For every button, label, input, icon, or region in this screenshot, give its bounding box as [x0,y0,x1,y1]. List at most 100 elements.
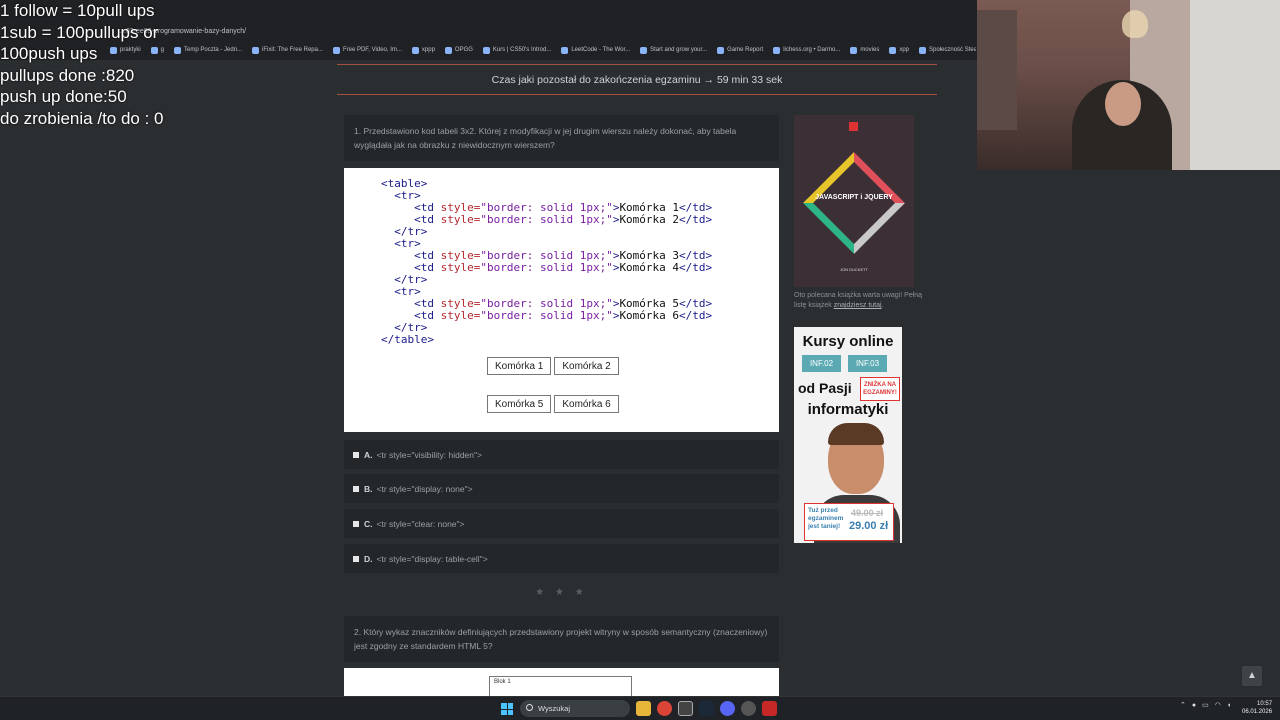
webcam-feed [977,0,1280,170]
scroll-to-top-button[interactable]: ▲ [1242,666,1262,686]
bookmark-item[interactable]: Kurs | CS50's Introd... [482,46,551,54]
bookmark-label: LeetCode - The Wor... [571,47,631,53]
question-1: 1. Przedstawiono kod tabeli 3x2. Której … [344,115,779,161]
bookmark-item[interactable]: xpp [889,46,910,54]
preview-cell: Komórka 5 [487,395,552,413]
answer-text: <tr style="clear: none"> [376,518,465,529]
volume-icon[interactable]: ◖ [1227,702,1231,709]
answer-checkbox[interactable] [353,555,359,562]
steam-icon [919,46,927,54]
taskbar-clock[interactable]: 10:57 06.01.2026 [1242,700,1272,716]
answer-checkbox[interactable] [353,451,359,458]
bookmark-label: Społeczność Steam... [929,47,976,53]
courses-ad[interactable]: Kursy online INF.02 INF.03 od Pasji ZNIŻ… [794,327,902,543]
answer-letter: A. [364,449,373,460]
windows-start-icon[interactable] [501,703,513,715]
windows-taskbar: Wyszukaj ⌃ ● ▭ ◠ ◖ 10:57 06.01.2026 [0,696,1280,720]
microphone-icon[interactable]: ● [1192,702,1196,709]
mail-icon [174,46,182,54]
discord-icon[interactable] [720,701,735,716]
code-line: </tr> [381,273,428,286]
exam-page: Czas jaki pozostał do zakończenia egzami… [0,60,977,696]
ad-old-price: 49.00 zł [851,508,884,518]
taskbar-apps [636,701,777,716]
answer-letter: B. [364,483,373,494]
book-note: Oto polecana książka warta uwagi! Pełną … [794,291,924,311]
answer-c[interactable]: C. <tr style="clear: none"> [344,509,779,538]
bookmark-item[interactable]: Temp Poczta - Jedn... [174,46,242,54]
preview-cell: Komórka 2 [554,357,619,375]
ad-tag: INF.02 [802,355,841,372]
bookmark-label: movies [860,47,880,53]
book-list-link[interactable]: znajdziesz tutaj [834,302,882,309]
steam-icon[interactable] [699,701,714,716]
exam-timer: Czas jaki pozostał do zakończenia egzami… [337,64,937,95]
answer-b[interactable]: B. <tr style="display: none"> [344,474,779,503]
bookmark-item[interactable]: lichess.org • Darmo... [773,46,841,54]
ad-new-price: 29.00 zł [849,520,889,532]
chrome-icon[interactable] [657,701,672,716]
bookmark-item[interactable]: Społeczność Steam... [919,46,976,54]
shield-icon [332,46,340,54]
ad-tag: INF.03 [848,355,887,372]
code-line: <td style="border: solid 1px;">Komórka 2… [381,213,713,226]
question-separator: ★ ★ ★ [535,587,588,598]
code-line: </tr> [381,225,428,238]
stream-overlay: 1 follow = 10pull ups 1sub = 100pullups o… [0,0,164,129]
address-bar[interactable]: ...03-ee09-programowanie-bazy-danych/ [40,24,976,40]
bookmark-item[interactable]: xppp [411,46,435,54]
bookmark-item[interactable]: iFixit: The Free Repa... [252,46,323,54]
bookmark-label: iFixit: The Free Repa... [262,47,323,53]
bookmark-label: Game Report [727,47,764,53]
ad-promo-badge: ZNIŻKA NA EGZAMINY! [860,377,900,401]
overlay-line: pullups done :820 [0,65,135,85]
ad-line-3: informatyki [807,401,889,418]
wrench-icon [252,46,260,54]
ad-tags: INF.02 INF.03 [802,355,887,372]
question-2: 2. Który wykaz znaczników definiujących … [344,616,779,662]
system-tray: ⌃ ● ▭ ◠ ◖ [1180,701,1231,710]
chevron-up-icon: ▲ [1247,670,1257,681]
shop-icon [640,46,648,54]
tray-chevron-icon[interactable]: ⌃ [1180,701,1186,709]
ad-price-box: Tuż przed egzaminem jest taniej! 49.00 z… [804,503,894,541]
code-line: <td style="border: solid 1px;">Komórka 4… [381,261,713,274]
book-diamond-graphic [803,152,905,254]
folder-icon [850,46,858,54]
bookmark-item[interactable]: movies [850,46,880,54]
ad-line-2: od Pasji [798,380,852,396]
bookmark-item[interactable]: OPGG [444,46,473,54]
answer-checkbox[interactable] [353,485,359,492]
monitor-icon[interactable]: ▭ [1202,701,1209,709]
taskbar-search[interactable]: Wyszukaj [520,700,630,717]
bookmark-label: xppp [421,47,435,53]
overlay-line: 1sub = 100pullups or [0,22,159,42]
publisher-logo-icon [849,122,858,131]
webcam-window [977,10,1017,130]
book-title: JAVASCRIPT i JQUERY [815,194,893,201]
preview-row-1: Komórka 1 Komórka 2 [487,357,619,375]
book-cover[interactable]: JAVASCRIPT i JQUERY JON DUCKETT [794,115,914,287]
bookmark-item[interactable]: Game Report [717,46,764,54]
wifi-icon[interactable]: ◠ [1215,701,1221,709]
app-icon[interactable] [741,701,756,716]
bookmark-item[interactable]: LeetCode - The Wor... [561,46,631,54]
answer-letter: D. [364,553,373,564]
chess-icon [773,46,781,54]
game-launcher-icon[interactable] [762,701,777,716]
clock-date: 06.01.2026 [1242,709,1273,715]
ad-price-text: Tuż przed egzaminem jest taniej! [808,507,844,530]
ad-person-hair [828,423,884,445]
bookmark-item[interactable]: Free PDF, Video, Im... [332,46,402,54]
bookmark-label: lichess.org • Darmo... [783,47,841,53]
bookmark-label: xpp [899,47,910,53]
file-explorer-icon[interactable] [636,701,651,716]
answer-a[interactable]: A. <tr style="visibility: hidden"> [344,440,779,469]
answer-d[interactable]: D. <tr style="display: table-cell"> [344,544,779,573]
answer-checkbox[interactable] [353,520,359,527]
preview-cell: Komórka 6 [554,395,619,413]
obs-icon[interactable] [678,701,693,716]
bookmark-item[interactable]: Start and grow your... [640,46,707,54]
book-author: JON DUCKETT [840,267,868,272]
overlay-line: 100push ups [0,44,98,63]
